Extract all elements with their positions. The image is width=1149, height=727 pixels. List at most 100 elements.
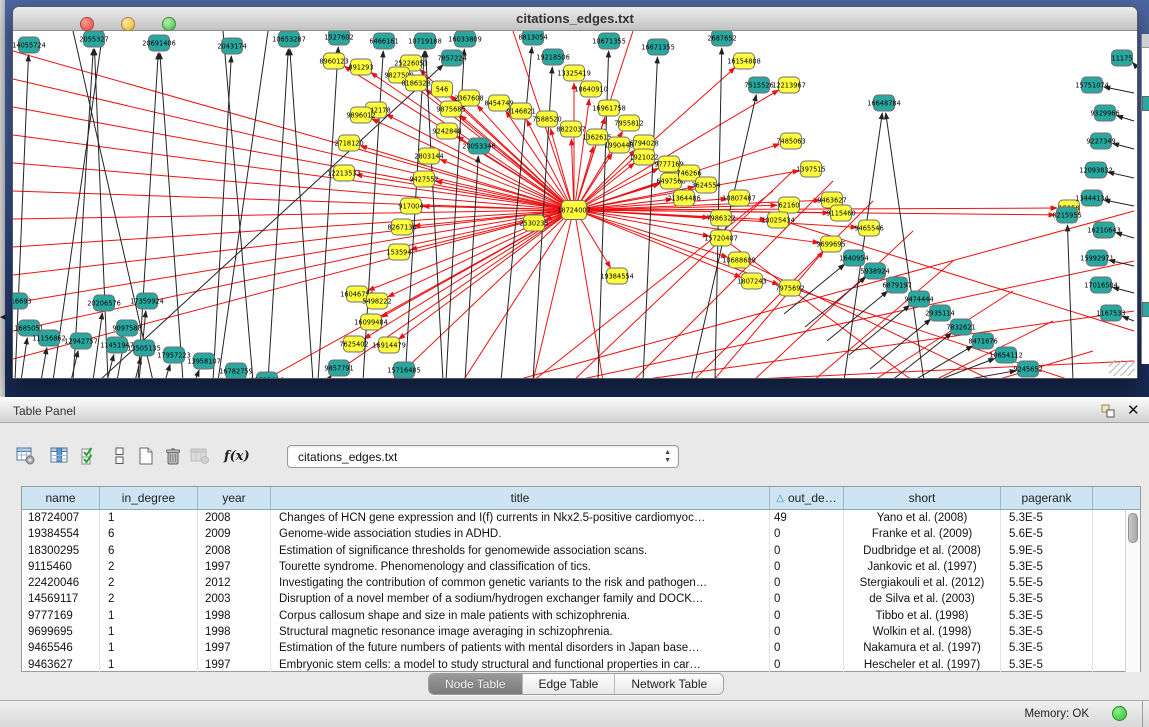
table-row[interactable]: 2242004622012Investigating the contribut… (22, 575, 1140, 591)
graph-node[interactable]: 3624554 (691, 177, 720, 193)
graph-node[interactable]: 20053346 (462, 138, 496, 154)
graph-node[interactable]: 19218506 (536, 49, 570, 65)
graph-node[interactable]: 891293 (348, 59, 373, 75)
graph-node[interactable]: 2687652 (707, 31, 736, 46)
graph-node[interactable]: 153594 (386, 244, 411, 260)
graph-node[interactable]: 10653287 (272, 31, 306, 47)
graph-node[interactable]: 8186328 (401, 75, 430, 91)
graph-node[interactable]: 2803144 (414, 148, 443, 164)
graph-node[interactable]: 13325419 (557, 65, 591, 81)
graph-node[interactable]: 8471676 (968, 333, 997, 349)
graph-node[interactable]: 9875685 (436, 101, 465, 117)
background-window-sliver[interactable] (1141, 34, 1149, 364)
graph-node[interactable]: 12942757 (64, 333, 98, 349)
graph-node[interactable]: 8822037 (556, 121, 585, 137)
graph-node[interactable]: 7955812 (614, 115, 643, 131)
graph-node[interactable]: 12093832 (1079, 162, 1113, 178)
graph-node[interactable]: 10671355 (592, 33, 626, 49)
graph-node[interactable]: 17016504 (1084, 277, 1118, 293)
memory-ok-indicator-icon[interactable] (1112, 706, 1127, 721)
graph-node[interactable]: 9699695 (816, 236, 845, 252)
graph-node[interactable]: 16033809 (448, 31, 482, 47)
graph-node[interactable]: 7986322 (706, 210, 735, 226)
graph-node[interactable]: 8813054 (518, 31, 547, 45)
graph-node[interactable]: 12213533 (327, 165, 361, 181)
column-header-name[interactable]: name (22, 487, 100, 509)
graph-node[interactable]: 8215955 (1052, 207, 1081, 223)
tab-edge-table[interactable]: Edge Table (523, 674, 616, 694)
column-header-year[interactable]: year (198, 487, 271, 509)
graph-node[interactable]: 2935114 (925, 305, 954, 321)
graph-node[interactable]: 7625402 (339, 336, 368, 352)
graph-node[interactable]: 18640910 (574, 81, 608, 97)
graph-node[interactable]: 9146821 (506, 103, 535, 119)
graph-node[interactable]: 11175 (1112, 50, 1133, 66)
graph-node[interactable]: 14055724 (13, 37, 46, 53)
delete-table-icon[interactable] (163, 447, 183, 465)
graph-node[interactable]: 1807243 (737, 273, 766, 289)
network-canvas[interactable]: 1405572420553272069140620431741065328715… (13, 31, 1137, 378)
graph-node[interactable]: 62160 (779, 197, 800, 213)
float-window-icon[interactable] (1100, 403, 1116, 419)
new-table-icon[interactable] (136, 447, 156, 465)
graph-node[interactable]: 7975692 (775, 280, 804, 296)
graph-node[interactable]: 546 (432, 81, 453, 97)
panel-splitter[interactable]: ◀ (0, 0, 5, 397)
column-header-short[interactable]: short (844, 487, 1001, 509)
close-panel-icon[interactable]: ✕ (1127, 401, 1140, 419)
select-columns-icon[interactable] (50, 447, 70, 465)
tab-network-table[interactable]: Network Table (615, 674, 723, 694)
graph-node[interactable]: 15720407 (704, 230, 738, 246)
graph-node[interactable]: 15716485 (387, 362, 421, 378)
graph-node[interactable]: 6466161 (369, 33, 398, 49)
graph-node[interactable]: 16671355 (641, 39, 675, 55)
graph-node[interactable]: 16961758 (592, 100, 626, 116)
graph-node[interactable]: 2055327 (79, 31, 108, 47)
network-view-window[interactable]: citations_edges.txt 14055724205532720691… (12, 6, 1138, 379)
graph-node[interactable]: 10654112 (989, 347, 1023, 363)
table-row[interactable]: 977716911998Corpus callosum shape and si… (22, 608, 1140, 624)
function-builder-icon[interactable]: f(x) (224, 447, 244, 465)
graph-node[interactable]: 9227349 (1086, 133, 1115, 149)
row-height-icon[interactable] (110, 447, 130, 465)
graph-node[interactable]: 8267130 (387, 219, 416, 235)
graph-node[interactable]: 16648784 (867, 95, 901, 111)
graph-node[interactable]: 17957223 (157, 347, 191, 363)
graph-node[interactable]: 9242848 (432, 123, 461, 139)
column-header-pagerank[interactable]: pagerank (1001, 487, 1093, 509)
table-row[interactable]: 1830029562008Estimation of significance … (22, 543, 1140, 559)
graph-node[interactable]: 2516693 (13, 293, 32, 309)
graph-node[interactable]: 7485063 (776, 133, 805, 149)
table-row[interactable]: 946554611997Estimation of the future num… (22, 640, 1140, 656)
graph-node[interactable]: 9245652 (1013, 361, 1042, 377)
graph-node[interactable]: 9329966 (1090, 105, 1119, 121)
graph-node[interactable]: 13958107 (187, 353, 221, 369)
table-row[interactable]: 969969511998Structural magnetic resonanc… (22, 624, 1140, 640)
graph-node[interactable]: 12923446 (250, 372, 284, 378)
graph-node[interactable]: 1640954 (839, 250, 868, 266)
graph-node[interactable]: 1527602 (324, 31, 353, 45)
table-row[interactable]: 911546021997Tourette syndrome. Phenomeno… (22, 559, 1140, 575)
column-header-title[interactable]: title (271, 487, 770, 509)
graph-node[interactable]: 6879197 (882, 277, 911, 293)
graph-node[interactable]: 19384554 (600, 268, 634, 284)
table-selector-dropdown[interactable]: citations_edges.txt ▲▼ (287, 445, 679, 468)
vertical-scrollbar[interactable] (1125, 510, 1140, 672)
table-row[interactable]: 1456911722003Disruption of a novel membe… (22, 591, 1140, 607)
graph-node[interactable]: 7832621 (946, 319, 975, 335)
graph-node[interactable]: 21364486 (667, 190, 701, 206)
tab-node-table[interactable]: Node Table (429, 674, 523, 694)
graph-node[interactable]: 9097588 (112, 320, 141, 336)
graph-node[interactable]: 9857791 (324, 360, 353, 376)
graph-node[interactable]: 5938924 (860, 263, 889, 279)
graph-node[interactable]: 9115460 (826, 205, 855, 221)
graph-node[interactable]: 16210643 (1087, 222, 1121, 238)
graph-node[interactable]: 7515526 (744, 77, 773, 93)
graph-node[interactable]: 9474444 (904, 291, 933, 307)
splitter-collapse-icon[interactable]: ◀ (0, 314, 5, 321)
graph-node[interactable]: 7857224 (437, 50, 466, 66)
column-header-out_de[interactable]: △out_de… (770, 487, 844, 509)
window-resize-grip[interactable] (1109, 360, 1135, 376)
graph-node[interactable]: 10719188 (408, 33, 442, 49)
graph-node[interactable]: 18724007 (557, 201, 591, 220)
